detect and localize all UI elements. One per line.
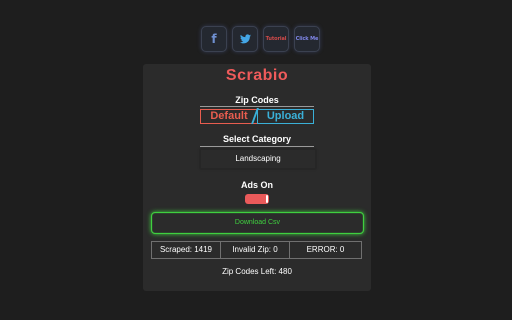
select-category-label: Select Category xyxy=(222,134,292,144)
stats-row: Scraped: 1419 Invalid Zip: 0 ERROR: 0 xyxy=(151,241,362,259)
tutorial-label: Tutorial xyxy=(265,36,287,42)
upload-mode-button[interactable]: Upload xyxy=(257,109,314,124)
scraped-count: Scraped: 1419 xyxy=(151,241,221,259)
click-me-button[interactable]: Click Me xyxy=(294,26,320,52)
ads-toggle-knob xyxy=(266,195,268,203)
main-panel: Scrabio Zip Codes Default Upload Select … xyxy=(143,64,371,291)
zip-divider xyxy=(200,106,314,107)
zip-mode-toggle: Default Upload xyxy=(200,108,314,124)
ads-toggle[interactable] xyxy=(245,194,269,204)
ads-label: Ads On xyxy=(240,180,273,190)
app-title: Scrabio xyxy=(225,67,289,84)
facebook-icon: f xyxy=(211,32,217,46)
twitter-button[interactable] xyxy=(232,26,258,52)
zip-codes-left: Zip Codes Left: 480 xyxy=(222,267,292,276)
default-mode-button[interactable]: Default xyxy=(200,109,258,124)
category-select[interactable]: Landscaping xyxy=(200,149,316,169)
category-divider xyxy=(200,146,314,147)
zip-codes-label: Zip Codes xyxy=(235,95,279,105)
error-count: ERROR: 0 xyxy=(290,241,362,259)
facebook-button[interactable]: f xyxy=(201,26,227,52)
invalid-zip-count: Invalid Zip: 0 xyxy=(221,241,290,259)
twitter-icon xyxy=(239,34,251,44)
social-buttons: f Tutorial Click Me xyxy=(201,26,320,52)
click-me-label: Click Me xyxy=(295,36,319,42)
tutorial-button[interactable]: Tutorial xyxy=(263,26,289,52)
download-csv-button[interactable]: Download Csv xyxy=(151,212,364,234)
